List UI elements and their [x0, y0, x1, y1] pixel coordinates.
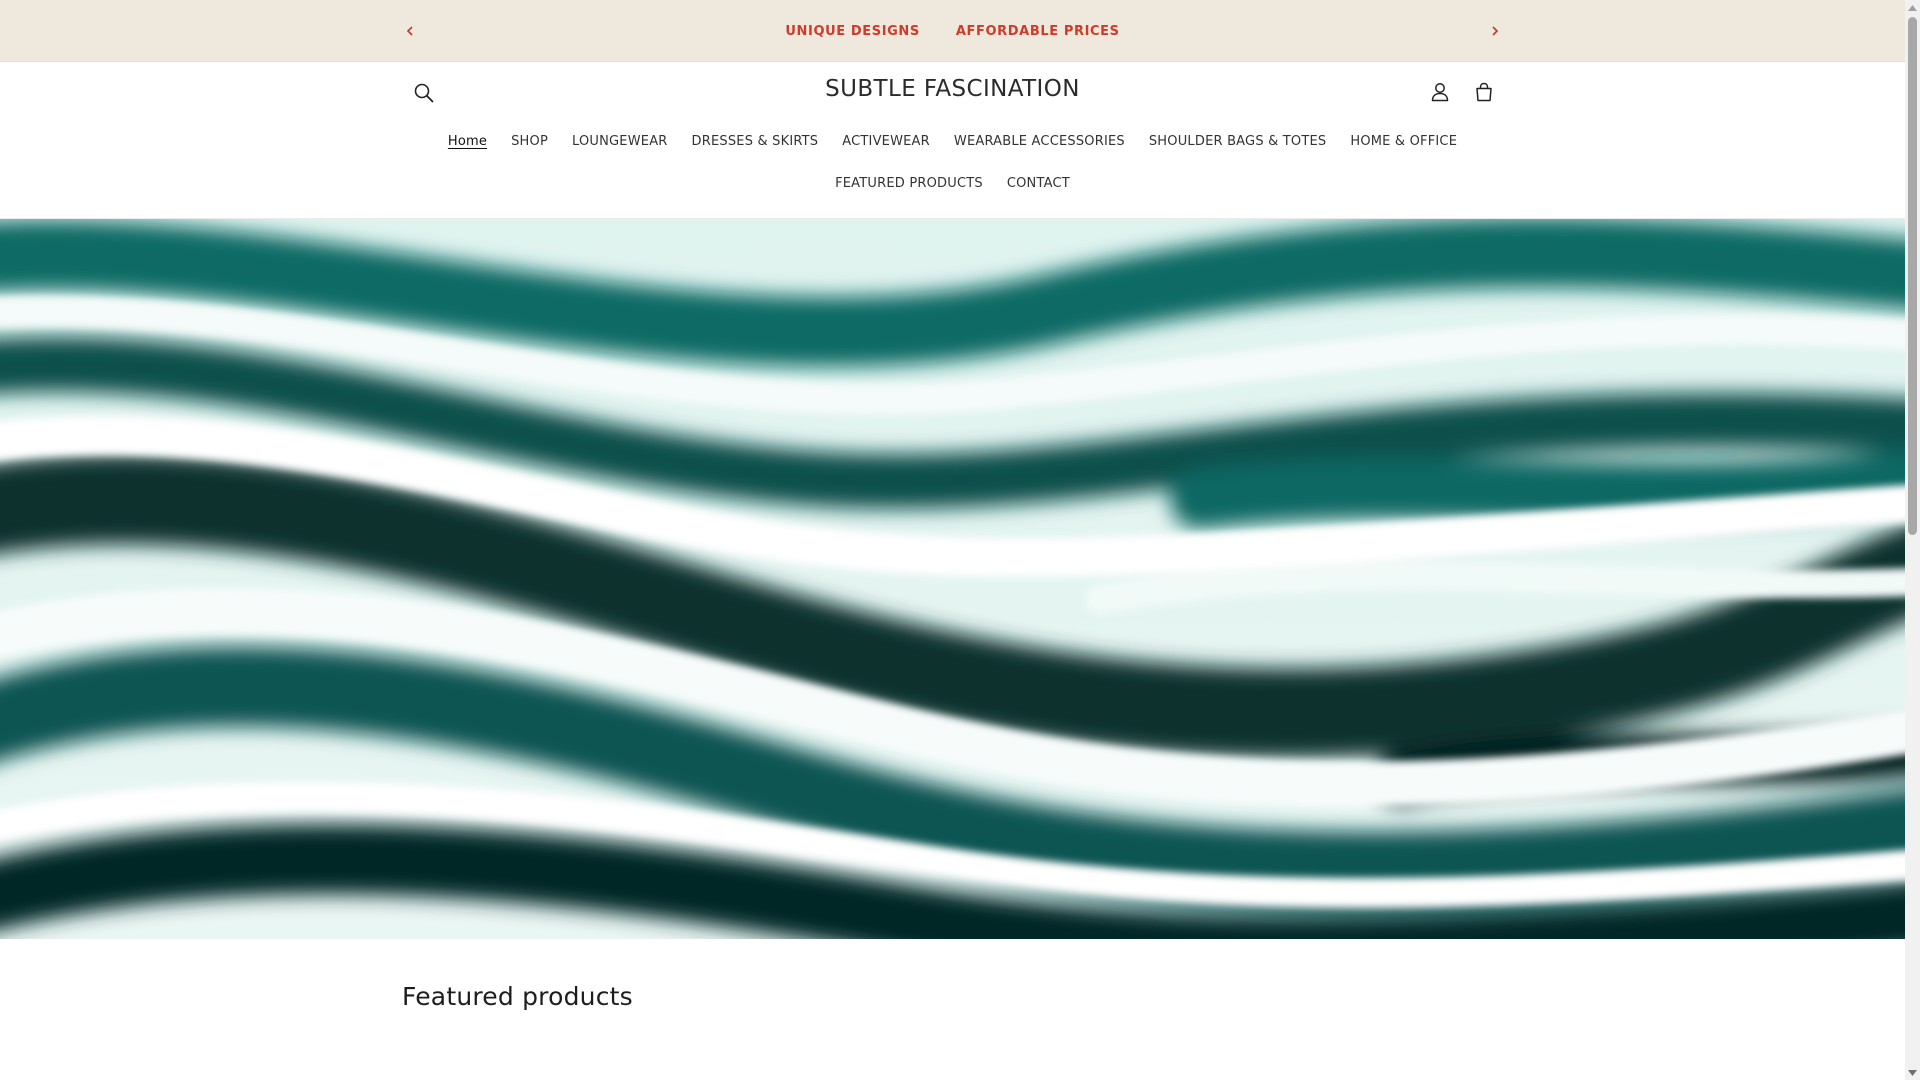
page: UNIQUE DESIGNS AFFORDABLE PRICES SUBTLE … — [0, 0, 1905, 1080]
nav-item-home[interactable]: Home — [436, 134, 499, 149]
caret-down-icon — [1908, 1069, 1917, 1076]
chevron-right-icon — [1492, 26, 1499, 36]
featured-products-heading: Featured products — [402, 982, 633, 1011]
site-header: SUBTLE FASCINATION Home SHOP LOUNGEWEAR … — [0, 62, 1905, 219]
nav-item-shoulder-bags-totes[interactable]: SHOULDER BAGS & TOTES — [1137, 134, 1339, 149]
nav-item-wearable-accessories[interactable]: WEARABLE ACCESSORIES — [942, 134, 1137, 149]
scroll-down-button[interactable] — [1905, 1065, 1920, 1080]
nav-item-shop[interactable]: SHOP — [499, 134, 560, 149]
announcement-messages: UNIQUE DESIGNS AFFORDABLE PRICES — [0, 0, 1905, 62]
user-icon — [1431, 83, 1449, 102]
nav-item-loungewear[interactable]: LOUNGEWEAR — [560, 134, 680, 149]
main-nav: Home SHOP LOUNGEWEAR DRESSES & SKIRTS AC… — [0, 134, 1905, 149]
nav-item-activewear[interactable]: ACTIVEWEAR — [830, 134, 942, 149]
announcement-message: AFFORDABLE PRICES — [955, 23, 1120, 39]
announcement-message: UNIQUE DESIGNS — [785, 23, 920, 39]
hero-image — [0, 219, 1905, 939]
brand-logo[interactable]: SUBTLE FASCINATION — [0, 76, 1905, 102]
caret-up-icon — [1908, 4, 1917, 11]
bag-icon — [1476, 82, 1492, 102]
main-nav-row-2: FEATURED PRODUCTS CONTACT — [0, 176, 1905, 191]
announcement-bar: UNIQUE DESIGNS AFFORDABLE PRICES — [0, 0, 1905, 62]
page-scrollbar[interactable] — [1905, 0, 1920, 1080]
account-button[interactable] — [1426, 78, 1454, 106]
nav-item-dresses-skirts[interactable]: DRESSES & SKIRTS — [680, 134, 831, 149]
announcement-next-button[interactable] — [1483, 19, 1507, 43]
hero-banner — [0, 219, 1905, 939]
nav-item-featured-products[interactable]: FEATURED PRODUCTS — [823, 176, 995, 191]
scroll-up-button[interactable] — [1905, 0, 1920, 15]
nav-item-contact[interactable]: CONTACT — [995, 176, 1082, 191]
cart-button[interactable] — [1470, 78, 1498, 106]
nav-item-home-office[interactable]: HOME & OFFICE — [1338, 134, 1469, 149]
scrollbar-thumb[interactable] — [1908, 17, 1917, 535]
